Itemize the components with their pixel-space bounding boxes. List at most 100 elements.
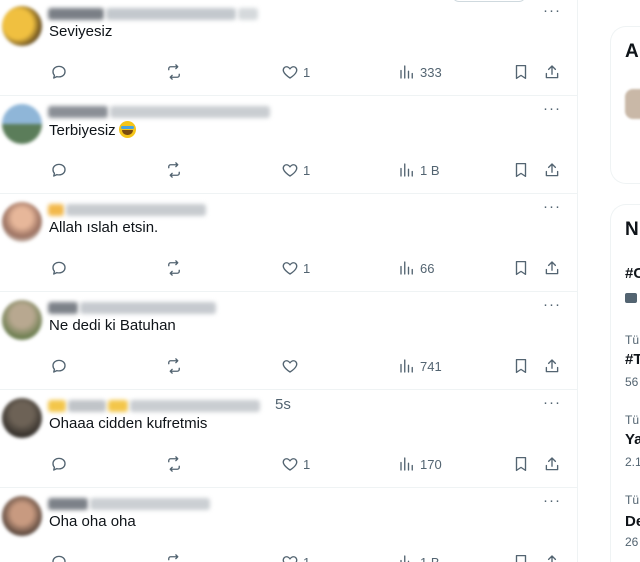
reply-item[interactable]: ··· Seviyesiz 1 333 bbox=[0, 0, 577, 96]
redacted-username bbox=[68, 400, 106, 412]
share-icon bbox=[543, 455, 561, 473]
reply-item[interactable]: ··· Oha oha oha 1 1 B bbox=[0, 488, 577, 562]
heart-icon bbox=[281, 455, 299, 473]
bookmark-button[interactable] bbox=[512, 356, 530, 376]
views-button[interactable]: 170 bbox=[398, 454, 442, 474]
like-button[interactable]: 1 bbox=[281, 552, 310, 562]
more-icon[interactable]: ··· bbox=[543, 296, 561, 313]
reply-item[interactable]: ··· Terbiyesiz 1 1 B bbox=[0, 96, 577, 194]
share-icon bbox=[543, 161, 561, 179]
avatar[interactable] bbox=[2, 398, 42, 438]
reply-actions: 1 66 bbox=[0, 258, 577, 278]
view-count: 333 bbox=[420, 64, 442, 80]
view-count: 170 bbox=[420, 456, 442, 472]
redacted-username bbox=[48, 302, 78, 314]
views-icon bbox=[398, 63, 416, 81]
retweet-button[interactable] bbox=[165, 62, 183, 82]
trend-name[interactable]: Ya bbox=[625, 431, 640, 448]
bookmark-button[interactable] bbox=[512, 160, 530, 180]
redacted-username bbox=[90, 498, 210, 510]
share-icon bbox=[543, 357, 561, 375]
bookmark-icon bbox=[512, 161, 530, 179]
reply-button[interactable] bbox=[50, 356, 68, 376]
trend-count: 56 bbox=[625, 375, 639, 389]
redacted-username bbox=[48, 400, 66, 412]
avatar[interactable] bbox=[2, 6, 42, 46]
reply-button[interactable] bbox=[50, 62, 68, 82]
like-button[interactable]: 1 bbox=[281, 160, 310, 180]
reply-text: Ohaaa cidden kufretmis bbox=[49, 415, 207, 432]
like-button[interactable]: 1 bbox=[281, 454, 310, 474]
more-icon[interactable]: ··· bbox=[543, 100, 561, 117]
bookmark-icon bbox=[512, 553, 530, 562]
reply-text: Seviyesiz bbox=[49, 23, 112, 40]
views-button[interactable]: 333 bbox=[398, 62, 442, 82]
trend-name[interactable]: #C bbox=[625, 265, 640, 282]
more-icon[interactable]: ··· bbox=[543, 394, 561, 411]
avatar[interactable] bbox=[2, 300, 42, 340]
view-count: 66 bbox=[420, 260, 435, 276]
share-button[interactable] bbox=[543, 356, 561, 376]
reply-item[interactable]: ··· Ne dedi ki Batuhan 741 bbox=[0, 292, 577, 390]
more-icon[interactable]: ··· bbox=[543, 198, 561, 215]
views-button[interactable]: 1 B bbox=[398, 552, 440, 562]
reply-text: Allah ıslah etsin. bbox=[49, 219, 158, 236]
retweet-button[interactable] bbox=[165, 160, 183, 180]
like-button[interactable] bbox=[281, 356, 303, 376]
reply-icon bbox=[50, 63, 68, 81]
more-icon[interactable]: ··· bbox=[543, 2, 561, 19]
share-button[interactable] bbox=[543, 454, 561, 474]
reply-text: Terbiyesiz bbox=[49, 121, 136, 139]
bookmark-button[interactable] bbox=[512, 62, 530, 82]
right-sidebar: A N #C Tü #T 56 Tü Ya 2.1 Tü De 26 bbox=[610, 0, 640, 562]
promoted-icon bbox=[625, 293, 637, 303]
retweet-icon bbox=[165, 455, 183, 473]
views-button[interactable]: 741 bbox=[398, 356, 442, 376]
views-icon bbox=[398, 455, 416, 473]
more-icon[interactable]: ··· bbox=[543, 492, 561, 509]
retweet-button[interactable] bbox=[165, 356, 183, 376]
views-button[interactable]: 66 bbox=[398, 258, 434, 278]
like-count: 1 bbox=[303, 162, 311, 178]
reply-button[interactable] bbox=[50, 160, 68, 180]
share-button[interactable] bbox=[543, 552, 561, 562]
retweet-icon bbox=[165, 259, 183, 277]
retweet-button[interactable] bbox=[165, 454, 183, 474]
avatar[interactable] bbox=[2, 202, 42, 242]
reply-button[interactable] bbox=[50, 552, 68, 562]
like-button[interactable]: 1 bbox=[281, 258, 310, 278]
redacted-username bbox=[48, 106, 108, 118]
bookmark-button[interactable] bbox=[512, 258, 530, 278]
heart-icon bbox=[281, 357, 299, 375]
share-button[interactable] bbox=[543, 258, 561, 278]
bookmark-button[interactable] bbox=[512, 552, 530, 562]
reply-item[interactable]: ··· Allah ıslah etsin. 1 66 bbox=[0, 194, 577, 292]
avatar[interactable] bbox=[625, 89, 640, 119]
share-button[interactable] bbox=[543, 160, 561, 180]
share-icon bbox=[543, 553, 561, 562]
redacted-username bbox=[48, 498, 88, 510]
reply-item[interactable]: 5s ··· Ohaaa cidden kufretmis 1 170 bbox=[0, 390, 577, 488]
bookmark-button[interactable] bbox=[512, 454, 530, 474]
redacted-username bbox=[80, 302, 216, 314]
reply-text: Oha oha oha bbox=[49, 513, 136, 530]
avatar[interactable] bbox=[2, 104, 42, 144]
views-button[interactable]: 1 B bbox=[398, 160, 440, 180]
reply-icon bbox=[50, 455, 68, 473]
reply-text-content: Terbiyesiz bbox=[49, 122, 116, 139]
like-button[interactable]: 1 bbox=[281, 62, 310, 82]
reply-button[interactable] bbox=[50, 258, 68, 278]
like-count: 1 bbox=[303, 64, 311, 80]
trend-name[interactable]: De bbox=[625, 513, 640, 530]
reply-button[interactable] bbox=[50, 454, 68, 474]
reply-text-content: Oha oha oha bbox=[49, 513, 136, 530]
trend-name[interactable]: #T bbox=[625, 351, 640, 368]
avatar[interactable] bbox=[2, 496, 42, 536]
retweet-button[interactable] bbox=[165, 552, 183, 562]
retweet-icon bbox=[165, 63, 183, 81]
reply-text: Ne dedi ki Batuhan bbox=[49, 317, 176, 334]
retweet-button[interactable] bbox=[165, 258, 183, 278]
reply-timestamp[interactable]: 5s bbox=[275, 396, 291, 413]
share-button[interactable] bbox=[543, 62, 561, 82]
reply-icon bbox=[50, 161, 68, 179]
